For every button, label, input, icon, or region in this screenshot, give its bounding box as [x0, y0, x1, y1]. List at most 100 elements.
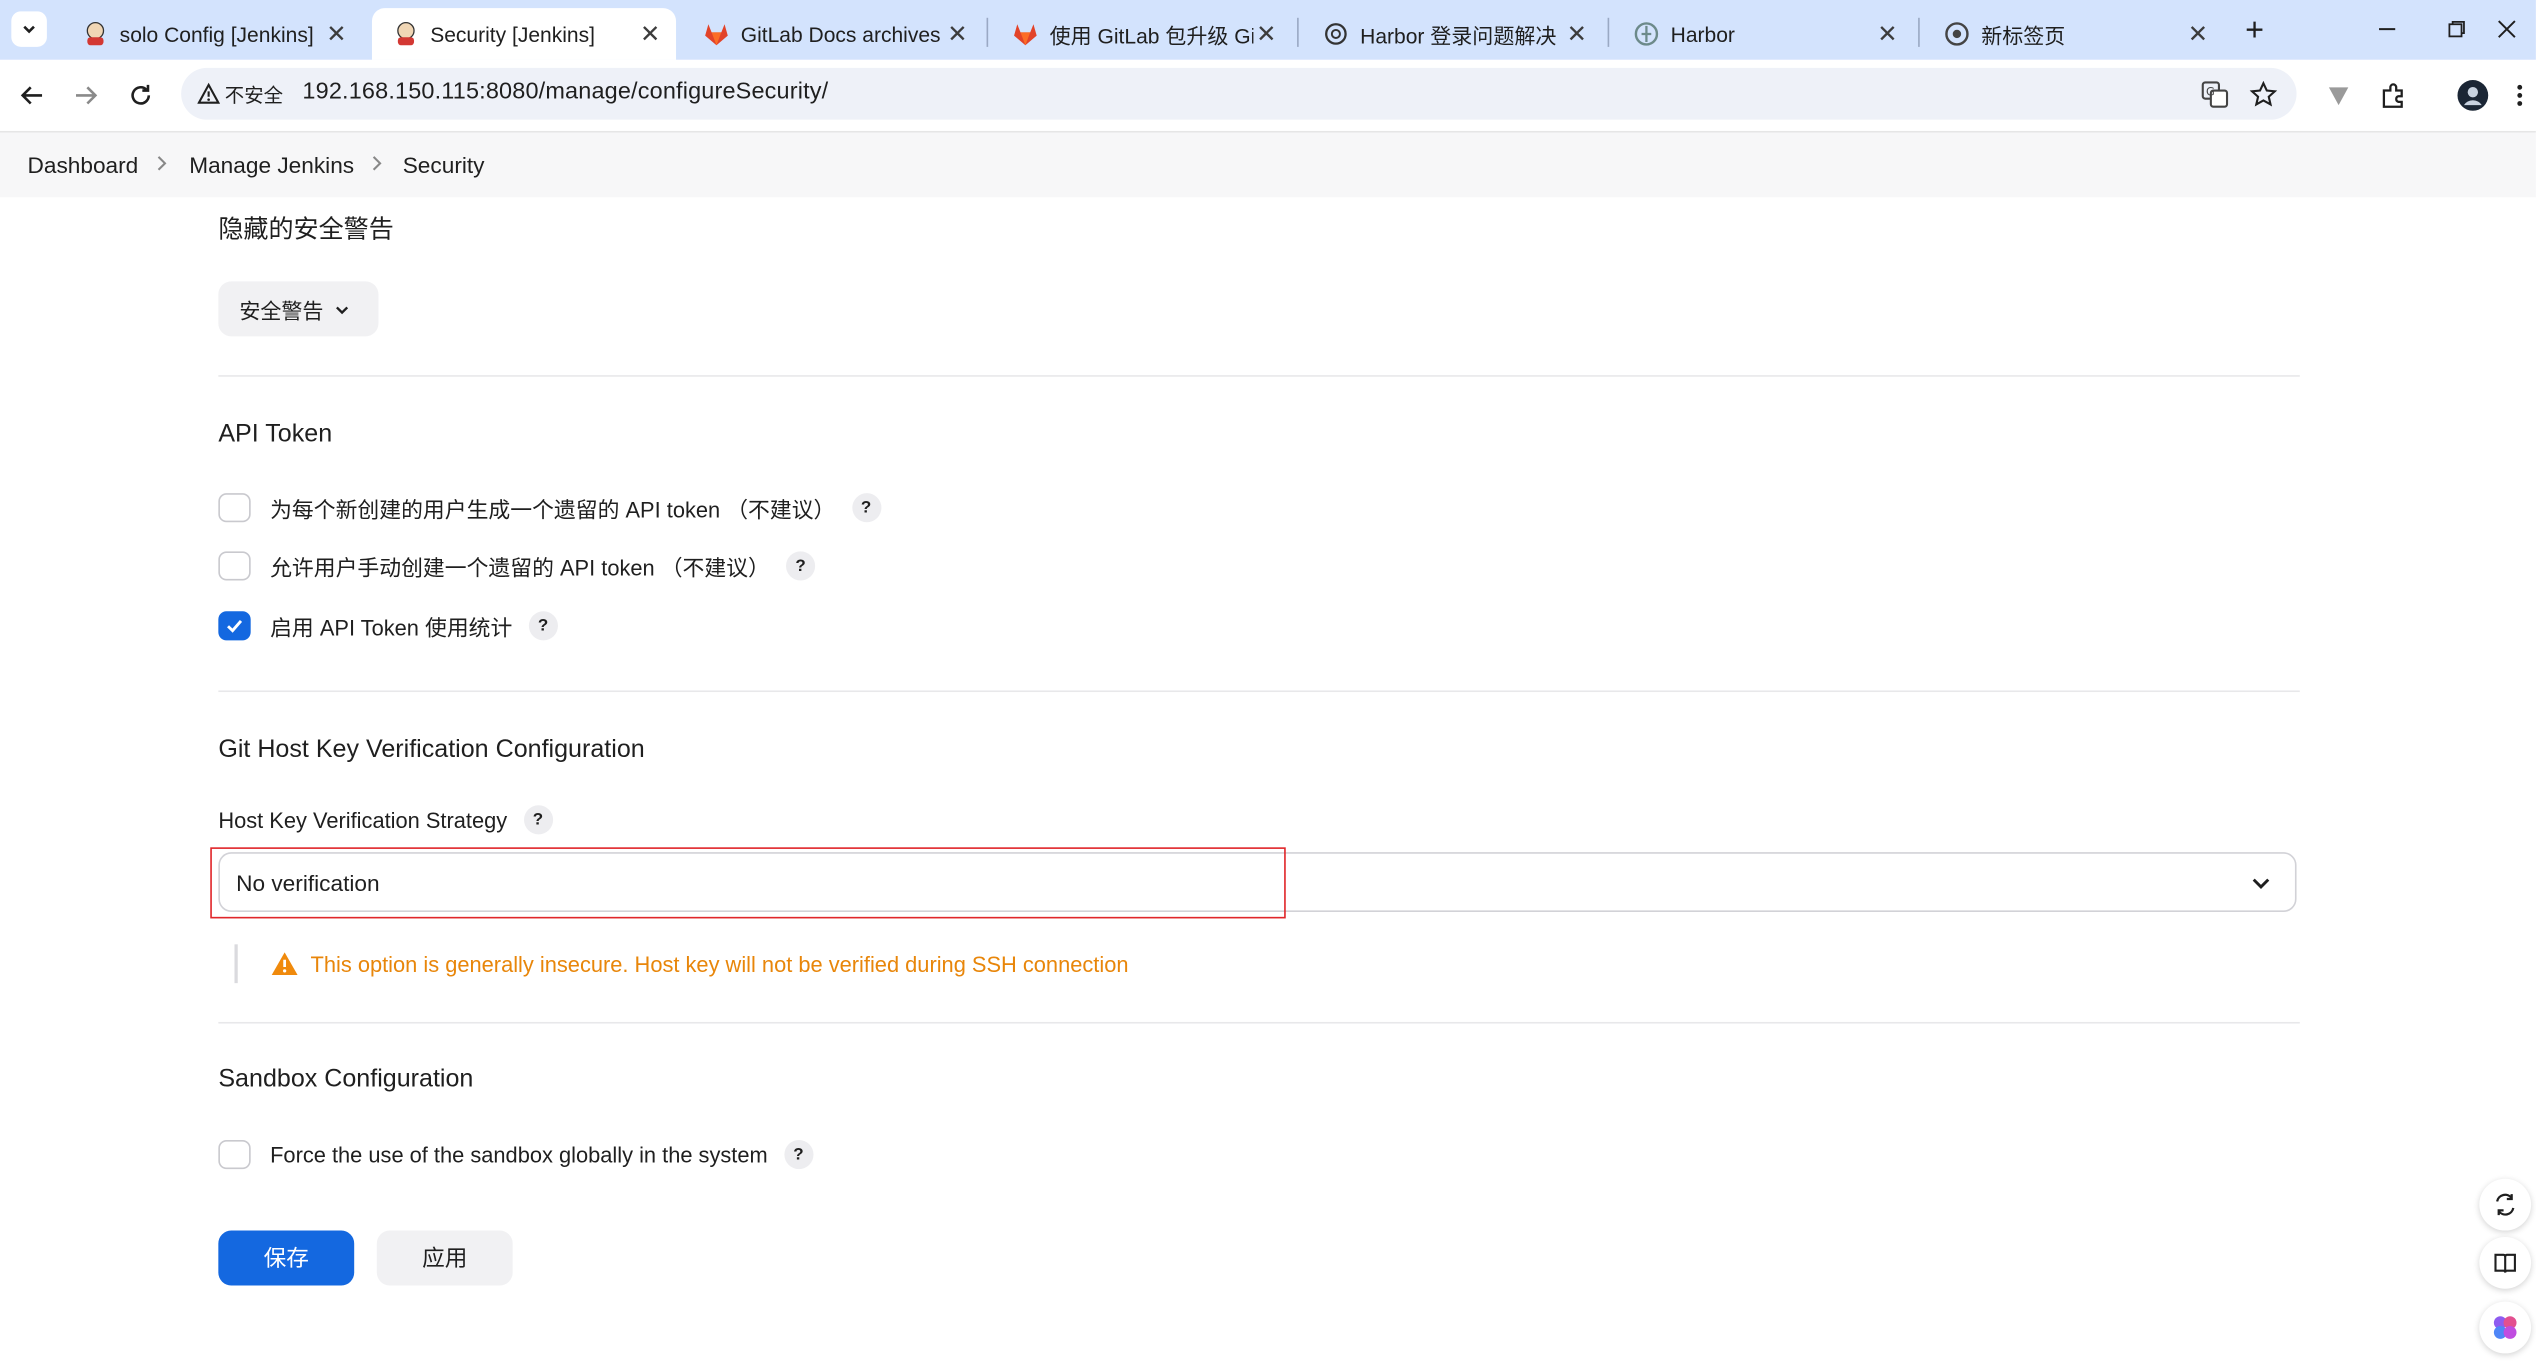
legacy-token-manual-checkbox[interactable] [218, 551, 251, 581]
api-token-title: API Token [218, 420, 333, 448]
browser-toolbar: 不安全 192.168.150.115:8080/manage/configur… [0, 59, 2536, 133]
checkbox-label[interactable]: 为每个新创建的用户生成一个遗留的 API token （不建议） [270, 492, 835, 524]
selected-value: No verification [236, 869, 380, 896]
browser-tab[interactable]: Harbor 登录问题解决 ✕ [1302, 8, 1603, 60]
apply-button[interactable]: 应用 [376, 1230, 513, 1286]
browser-tab[interactable]: Harbor ✕ [1612, 8, 1913, 60]
breadcrumb-manage-jenkins[interactable]: Manage Jenkins [189, 152, 354, 178]
api-token-option-row: 启用 API Token 使用统计 ? [218, 608, 558, 644]
forward-button[interactable] [65, 74, 107, 116]
close-icon [2498, 20, 2516, 38]
breadcrumb-dashboard[interactable]: Dashboard [27, 152, 138, 178]
tab-title: 新标签页 [1981, 23, 2066, 48]
main-content: 隐藏的安全警告 安全警告 API Token 为每个新创建的用户生成一个遗留的 … [0, 197, 2536, 1368]
browser-tab[interactable]: solo Config [Jenkins] ✕ [61, 8, 362, 60]
sandbox-option-row: Force the use of the sandbox globally in… [218, 1137, 813, 1173]
avatar-icon [2457, 80, 2489, 111]
gitlab-icon [1012, 21, 1038, 47]
bookmark-star-icon[interactable] [2246, 78, 2278, 110]
close-icon[interactable]: ✕ [637, 21, 663, 48]
side-ai-button[interactable] [2479, 1301, 2532, 1354]
close-icon[interactable]: ✕ [1874, 21, 1900, 48]
legacy-token-new-users-checkbox[interactable] [218, 493, 251, 523]
checkmark-icon [227, 619, 243, 633]
breadcrumb-security[interactable]: Security [403, 152, 485, 178]
help-icon[interactable]: ? [523, 805, 553, 835]
chevron-down-icon [2246, 868, 2275, 897]
section-divider [218, 375, 2300, 377]
tab-title: GitLab Docs archives | G [740, 21, 945, 47]
brain-icon [2493, 1316, 2517, 1339]
url-text[interactable]: 192.168.150.115:8080/manage/configureSec… [302, 79, 828, 105]
section-divider [218, 1021, 2300, 1024]
api-token-option-row: 允许用户手动创建一个遗留的 API token （不建议） ? [218, 548, 816, 584]
security-label: 不安全 [224, 83, 284, 106]
close-icon[interactable]: ✕ [2185, 21, 2211, 48]
strategy-label-row: Host Key Verification Strategy ? [218, 805, 553, 835]
security-warnings-label: 安全警告 [239, 298, 324, 323]
tab-separator [1918, 17, 1920, 47]
browser-tab[interactable]: 新标签页 ✕ [1923, 8, 2224, 60]
close-icon[interactable]: ✕ [1564, 21, 1590, 48]
vivaldi-extension-icon[interactable] [2319, 76, 2358, 115]
chevron-down-icon [336, 305, 349, 314]
force-sandbox-checkbox[interactable] [218, 1139, 251, 1170]
save-button[interactable]: 保存 [218, 1230, 355, 1286]
reload-icon [131, 84, 151, 105]
plus-icon: + [2245, 12, 2264, 48]
close-icon[interactable]: ✕ [1253, 21, 1279, 48]
chevron-down-icon [23, 25, 35, 34]
chevron-right-icon [370, 154, 383, 178]
help-icon[interactable]: ? [851, 493, 881, 523]
translate-icon[interactable]: G [2198, 78, 2230, 110]
new-tab-button[interactable]: + [2237, 12, 2273, 49]
reload-button[interactable] [120, 74, 162, 116]
checkbox-label[interactable]: Force the use of the sandbox globally in… [270, 1142, 768, 1166]
browser-tab[interactable]: 使用 GitLab 包升级 GitLa ✕ [991, 8, 1292, 60]
browser-tab[interactable]: GitLab Docs archives | G ✕ [683, 8, 984, 60]
tab-search-button[interactable] [11, 11, 47, 47]
tab-title: solo Config [Jenkins] [119, 21, 314, 47]
swap-icon [2495, 1193, 2515, 1216]
checkbox-label[interactable]: 启用 API Token 使用统计 [270, 610, 512, 642]
chrome-icon [1944, 21, 1970, 47]
harbor-icon [1633, 21, 1659, 47]
section-divider [218, 690, 2300, 693]
close-icon[interactable]: ✕ [323, 21, 349, 48]
jenkins-icon [393, 21, 419, 47]
arrow-left-icon [20, 86, 43, 105]
token-usage-stats-checkbox[interactable] [218, 611, 251, 641]
side-reader-button[interactable] [2479, 1237, 2532, 1289]
arrow-right-icon [76, 86, 98, 105]
minimize-button[interactable] [2350, 10, 2424, 49]
chevron-right-icon [155, 154, 168, 178]
tab-separator [1297, 17, 1299, 47]
security-chip[interactable]: 不安全 [191, 74, 293, 113]
host-key-strategy-select[interactable]: No verification [218, 852, 2297, 912]
tab-title: 使用 GitLab 包升级 GitLa [1049, 23, 1254, 48]
security-warnings-dropdown-button[interactable]: 安全警告 [218, 281, 379, 337]
insecure-warning: This option is generally insecure. Host … [234, 944, 1129, 984]
back-button[interactable] [11, 74, 53, 116]
help-icon[interactable]: ? [528, 611, 558, 641]
help-icon[interactable]: ? [783, 1139, 813, 1170]
hidden-warnings-title: 隐藏的安全警告 [218, 216, 394, 245]
sandbox-title: Sandbox Configuration [218, 1065, 474, 1094]
extensions-puzzle-icon[interactable] [2374, 76, 2413, 115]
api-token-option-row: 为每个新创建的用户生成一个遗留的 API token （不建议） ? [218, 490, 881, 526]
tab-title: Harbor 登录问题解决 [1360, 23, 1557, 48]
book-icon [2494, 1253, 2516, 1273]
browser-tab-active[interactable]: Security [Jenkins] ✕ [371, 8, 677, 60]
help-icon[interactable]: ? [786, 551, 816, 581]
profile-avatar[interactable] [2453, 76, 2492, 115]
side-translate-button[interactable] [2479, 1178, 2532, 1231]
window-close-button[interactable] [2478, 10, 2536, 49]
address-bar[interactable]: 不安全 192.168.150.115:8080/manage/configur… [181, 67, 2297, 120]
warning-triangle-icon [270, 949, 299, 978]
more-menu-icon[interactable] [2508, 76, 2531, 115]
close-icon[interactable]: ✕ [945, 21, 971, 48]
jenkins-icon [82, 21, 108, 47]
restore-icon [2448, 20, 2465, 38]
svg-text:G: G [2205, 84, 2214, 98]
checkbox-label[interactable]: 允许用户手动创建一个遗留的 API token （不建议） [270, 550, 770, 582]
